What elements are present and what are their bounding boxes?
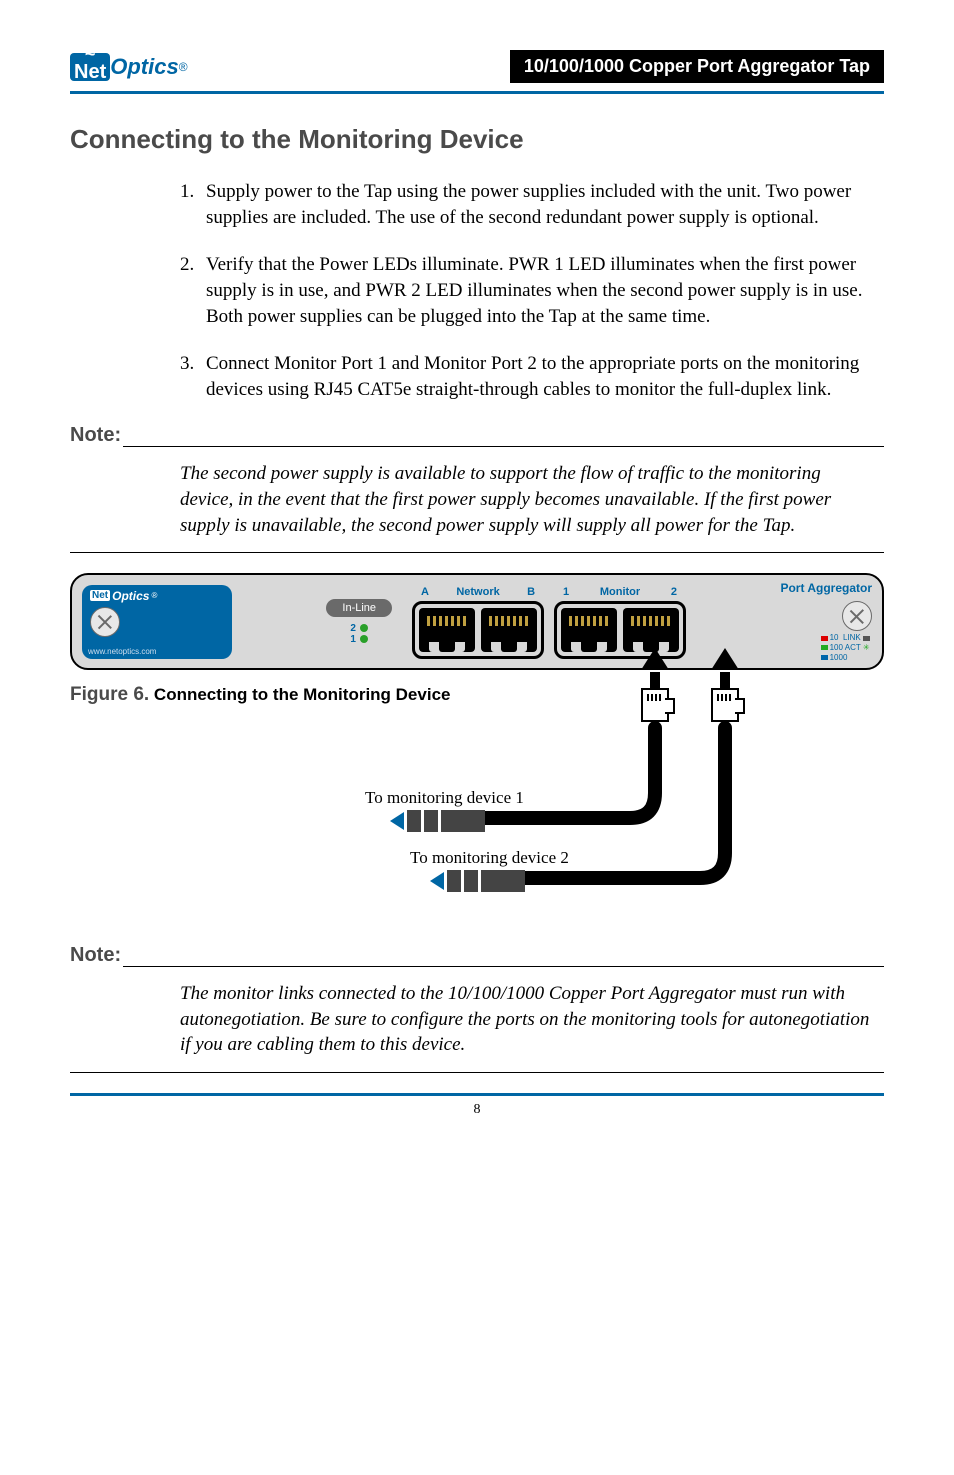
step-1: 1. Supply power to the Tap using the pow… (180, 179, 874, 230)
logo-net-text: Net (74, 65, 106, 79)
section-heading: Connecting to the Monitoring Device (70, 124, 884, 155)
note-2-body: The monitor links connected to the 10/10… (180, 981, 874, 1058)
left-triangle-icon (430, 872, 444, 890)
led-1000-icon (821, 655, 828, 660)
speed-led-legend: 10 LINK 100 ACT ✳ 1000 (821, 633, 872, 662)
up-arrow-icon (711, 648, 739, 670)
step-2: 2. Verify that the Power LEDs illuminate… (180, 252, 874, 329)
arrow-stem (720, 672, 730, 688)
note-1-separator (70, 552, 884, 553)
network-port-a (419, 608, 475, 652)
logo-tilde-icon: ~ (85, 49, 96, 59)
step-1-text: Supply power to the Tap using the power … (206, 179, 874, 230)
speed-10: 10 (830, 633, 839, 642)
led-icon (360, 624, 368, 632)
act-led-icon: ✳ (863, 643, 870, 652)
logo-registered-icon: ® (179, 60, 188, 74)
speed-100: 100 (830, 643, 843, 652)
port-a-label: A (421, 586, 429, 598)
network-label: Network (456, 586, 499, 598)
device-illustration: Net Optics ® www.netoptics.com In-Line 2… (70, 573, 884, 670)
cable-2-label: To monitoring device 2 (410, 848, 569, 868)
up-arrow-icon (641, 648, 669, 670)
network-port-group: A Network B (412, 601, 544, 659)
step-1-number: 1. (180, 179, 206, 230)
device-logo-reg: ® (151, 591, 157, 600)
pled-2-label: 2 (350, 623, 356, 634)
step-3-number: 3. (180, 351, 206, 402)
note-2-heading: Note: (70, 944, 884, 967)
led-10-icon (821, 636, 828, 641)
monitor-port-2 (623, 608, 679, 652)
logo-badge: ~ Net (70, 53, 110, 81)
device-box-icon (441, 810, 485, 832)
steps-list: 1. Supply power to the Tap using the pow… (180, 179, 874, 402)
logo-optics-text: Optics (110, 54, 178, 80)
note-1-heading: Note: (70, 424, 884, 447)
left-triangle-icon (390, 812, 404, 830)
port-aggregator-label: Port Aggregator (780, 581, 872, 595)
device-box-icon (464, 870, 478, 892)
led-100-icon (821, 645, 828, 650)
device-right-panel: Port Aggregator 10 LINK 100 ACT ✳ 1000 (780, 581, 872, 662)
power-led-1: 1 (350, 634, 368, 645)
link-led-icon (863, 636, 870, 641)
title-bar: 10/100/1000 Copper Port Aggregator Tap (510, 50, 884, 83)
brand-logo: ~ Net Optics ® (70, 53, 188, 81)
note-underline (123, 950, 884, 967)
device-logo-net: Net (90, 590, 110, 601)
monitor-group-label: 1 Monitor 2 (557, 586, 683, 598)
footer-divider (70, 1093, 884, 1096)
step-2-text: Verify that the Power LEDs illuminate. P… (206, 252, 874, 329)
arrow-stem (650, 672, 660, 688)
monitor-label: Monitor (600, 586, 640, 598)
mini-device-2 (430, 870, 525, 892)
header-divider (70, 91, 884, 94)
network-port-b (481, 608, 537, 652)
mini-device-1 (390, 810, 485, 832)
inline-pill: In-Line (326, 599, 392, 617)
page-number: 8 (70, 1102, 884, 1118)
step-2-number: 2. (180, 252, 206, 329)
device-box-icon (424, 810, 438, 832)
act-label: ACT (845, 643, 861, 652)
cable-diagram: To monitoring device 1 To monitoring dev… (70, 698, 884, 938)
device-brand: Net Optics ® (90, 589, 157, 603)
power-led-2: 2 (350, 623, 368, 634)
note-2-separator (70, 1072, 884, 1073)
link-label: LINK (843, 633, 861, 642)
device-box-icon (407, 810, 421, 832)
inline-led-group: In-Line 2 1 (326, 599, 392, 645)
note-label: Note: (70, 424, 121, 447)
port-1-label: 1 (563, 586, 569, 598)
device-logo-optics: Optics (112, 589, 149, 603)
screw-icon-left (90, 607, 120, 637)
note-1-body: The second power supply is available to … (180, 461, 874, 538)
speed-1000: 1000 (830, 653, 848, 662)
step-3: 3. Connect Monitor Port 1 and Monitor Po… (180, 351, 874, 402)
note-underline (123, 430, 884, 447)
note-label: Note: (70, 944, 121, 967)
device-box-icon (447, 870, 461, 892)
pled-1-label: 1 (350, 634, 356, 645)
port-b-label: B (527, 586, 535, 598)
device-box-icon (481, 870, 525, 892)
page-header: ~ Net Optics ® 10/100/1000 Copper Port A… (70, 50, 884, 83)
port-2-label: 2 (671, 586, 677, 598)
network-group-label: A Network B (415, 586, 541, 598)
monitor-port-1 (561, 608, 617, 652)
device-left-panel: Net Optics ® www.netoptics.com (82, 585, 232, 659)
step-3-text: Connect Monitor Port 1 and Monitor Port … (206, 351, 874, 402)
screw-icon-right (842, 601, 872, 631)
cable-1-label: To monitoring device 1 (365, 788, 524, 808)
led-icon (360, 635, 368, 643)
device-url: www.netoptics.com (88, 647, 156, 656)
